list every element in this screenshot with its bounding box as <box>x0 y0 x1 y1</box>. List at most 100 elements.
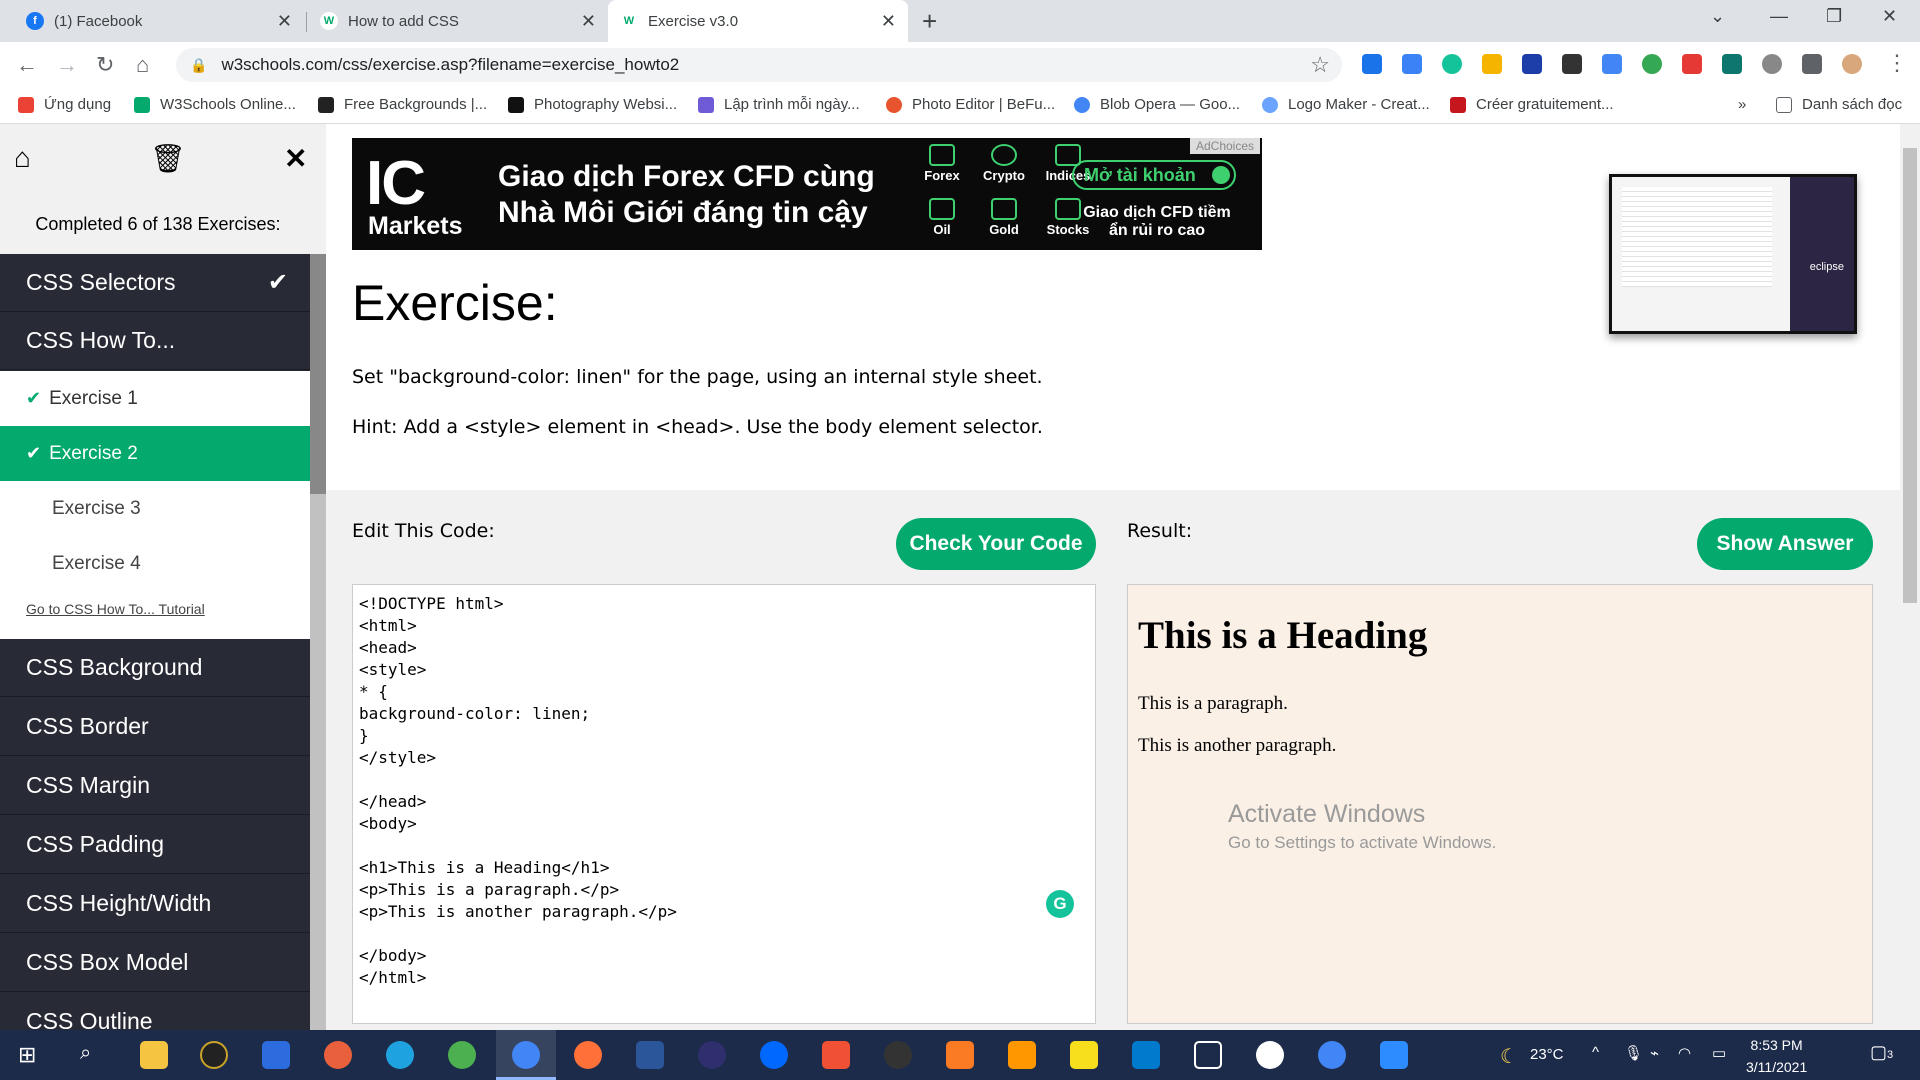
show-answer-button[interactable]: Show Answer <box>1697 518 1873 570</box>
more-bookmarks-chevron-icon[interactable]: » <box>1738 96 1746 113</box>
minimize-button[interactable]: — <box>1770 6 1788 27</box>
close-icon[interactable]: ✕ <box>581 11 596 32</box>
app-icon[interactable] <box>324 1041 352 1069</box>
bookmark-creer[interactable]: Créer gratuitement... <box>1450 96 1614 113</box>
tab-facebook[interactable]: f (1) Facebook ✕ <box>14 0 304 42</box>
extension-icon[interactable] <box>1682 54 1702 74</box>
bookmark-befunky[interactable]: Photo Editor | BeFu... <box>886 96 1055 113</box>
scrollbar-thumb[interactable] <box>310 254 326 494</box>
extension-icon[interactable] <box>1402 54 1422 74</box>
avatar[interactable] <box>1842 54 1862 74</box>
git-icon[interactable] <box>822 1041 850 1069</box>
tab-how-to-add-css[interactable]: W How to add CSS ✕ <box>308 0 608 42</box>
reading-list[interactable]: Danh sách đọc <box>1776 96 1902 113</box>
translate-icon[interactable] <box>1602 54 1622 74</box>
notification-icon[interactable]: ▢3 <box>1870 1042 1893 1063</box>
sidebar-scrollbar[interactable] <box>310 254 326 1030</box>
page-scrollbar[interactable] <box>1900 124 1920 1030</box>
vscode-icon[interactable] <box>1132 1041 1160 1069</box>
home-icon[interactable]: ⌂ <box>14 142 31 174</box>
xampp-icon[interactable] <box>946 1041 974 1069</box>
temperature[interactable]: 23°C <box>1530 1046 1564 1063</box>
address-bar[interactable]: 🔒 w3schools.com/css/exercise.asp?filenam… <box>176 48 1342 82</box>
back-arrow-icon[interactable]: ← <box>16 52 38 78</box>
close-icon[interactable]: ✕ <box>277 11 292 32</box>
edge-icon[interactable] <box>386 1041 414 1069</box>
url-text[interactable]: w3schools.com/css/exercise.asp?filename=… <box>221 55 679 75</box>
home-icon[interactable]: ⌂ <box>136 52 149 78</box>
firefox-icon[interactable] <box>574 1041 602 1069</box>
tab-search-chevron-icon[interactable]: ⌄ <box>1710 6 1725 27</box>
bookmark-lap-trinh[interactable]: Lập trình mỗi ngày... <box>698 96 860 113</box>
bookmark-w3schools[interactable]: W3Schools Online... <box>134 96 296 113</box>
network-icon[interactable]: ⌁ <box>1650 1044 1659 1062</box>
sidebar-item-css-border[interactable]: CSS Border <box>0 698 310 756</box>
adchoices-label[interactable]: AdChoices <box>1189 138 1260 154</box>
sidebar-item-css-height-width[interactable]: CSS Height/Width <box>0 875 310 933</box>
sidebar-item-css-background[interactable]: CSS Background <box>0 639 310 697</box>
windows-start-icon[interactable]: ⊞ <box>18 1042 36 1068</box>
grammarly-icon[interactable] <box>1442 54 1462 74</box>
github-icon[interactable] <box>884 1041 912 1069</box>
code-editor[interactable]: <!DOCTYPE html> <html> <head> <style> * … <box>352 584 1096 1024</box>
word-icon[interactable] <box>636 1041 664 1069</box>
app-icon[interactable] <box>200 1041 228 1069</box>
system-clock[interactable]: 8:53 PM 3/11/2021 <box>1746 1034 1807 1078</box>
kebab-menu-icon[interactable]: ⋮ <box>1886 50 1908 76</box>
bookmark-blob-opera[interactable]: Blob Opera — Goo... <box>1074 96 1240 113</box>
app-icon[interactable] <box>262 1041 290 1069</box>
chrome-icon[interactable] <box>1318 1041 1346 1069</box>
close-icon[interactable]: ✕ <box>284 142 307 175</box>
sidebar-item-css-padding[interactable]: CSS Padding <box>0 816 310 874</box>
exercise-1-link[interactable]: ✔ Exercise 1 <box>0 371 310 426</box>
zoom-icon[interactable] <box>1380 1041 1408 1069</box>
zalo-icon[interactable] <box>760 1041 788 1069</box>
app-icon[interactable] <box>448 1041 476 1069</box>
weather-moon-icon[interactable]: ☾ <box>1500 1044 1518 1069</box>
check-code-button[interactable]: Check Your Code <box>896 518 1096 570</box>
extension-icon[interactable] <box>1362 54 1382 74</box>
exercise-3-link[interactable]: Exercise 3 <box>0 481 310 536</box>
puzzle-icon[interactable] <box>1802 54 1822 74</box>
ad-open-account-button[interactable]: Mở tài khoản <box>1072 160 1236 190</box>
extension-icon[interactable] <box>1522 54 1542 74</box>
search-icon[interactable]: ⌕ <box>80 1042 91 1065</box>
sidebar-item-css-outline[interactable]: CSS Outline <box>0 993 310 1030</box>
window-close-button[interactable]: ✕ <box>1882 6 1897 27</box>
exercise-2-link[interactable]: ✔ Exercise 2 <box>0 426 310 481</box>
sidebar-item-css-margin[interactable]: CSS Margin <box>0 757 310 815</box>
reload-icon[interactable]: ↻ <box>96 52 114 78</box>
new-tab-button[interactable]: + <box>922 6 937 37</box>
sidebar-item-css-box-model[interactable]: CSS Box Model <box>0 934 310 992</box>
bookmark-apps[interactable]: Ứng dụng <box>18 96 111 113</box>
extension-icon[interactable] <box>1562 54 1582 74</box>
forward-arrow-icon[interactable]: → <box>56 52 78 78</box>
bookmark-logo-maker[interactable]: Logo Maker - Creat... <box>1262 96 1430 113</box>
bookmark-photography[interactable]: Photography Websi... <box>508 96 677 113</box>
sidebar-item-css-how-to[interactable]: CSS How To... <box>0 312 310 370</box>
battery-icon[interactable]: ▭ <box>1712 1044 1726 1062</box>
bookmark-star-icon[interactable]: ☆ <box>1310 52 1330 78</box>
tutorial-link[interactable]: Go to CSS How To... Tutorial <box>26 601 205 617</box>
extension-icon[interactable] <box>1762 54 1782 74</box>
ad-banner[interactable]: IC Markets Giao dịch Forex CFD cùng Nhà … <box>352 138 1262 250</box>
chrome-icon[interactable] <box>512 1041 540 1069</box>
extension-icon[interactable] <box>1482 54 1502 74</box>
grammarly-icon[interactable]: G <box>1046 890 1074 918</box>
cursor-app-icon[interactable] <box>1194 1041 1222 1069</box>
sublime-icon[interactable] <box>1008 1041 1036 1069</box>
lock-icon[interactable]: 🔒 <box>190 57 207 74</box>
maximize-button[interactable]: ❐ <box>1826 6 1842 27</box>
wifi-icon[interactable]: ◠ <box>1678 1044 1691 1062</box>
trash-icon[interactable]: 🗑 <box>150 142 186 175</box>
floating-video-thumbnail[interactable]: eclipse <box>1609 174 1857 334</box>
tray-chevron-icon[interactable]: ^ <box>1592 1044 1599 1061</box>
exercise-4-link[interactable]: Exercise 4 <box>0 536 310 591</box>
bookmark-free-backgrounds[interactable]: Free Backgrounds |... <box>318 96 487 113</box>
scrollbar-thumb[interactable] <box>1903 148 1917 603</box>
app-icon[interactable] <box>1070 1041 1098 1069</box>
file-explorer-icon[interactable] <box>140 1041 168 1069</box>
sidebar-item-css-selectors[interactable]: CSS Selectors ✔ <box>0 254 310 312</box>
microphone-icon[interactable]: 🎙 <box>1624 1044 1643 1062</box>
close-icon[interactable]: ✕ <box>881 11 896 32</box>
